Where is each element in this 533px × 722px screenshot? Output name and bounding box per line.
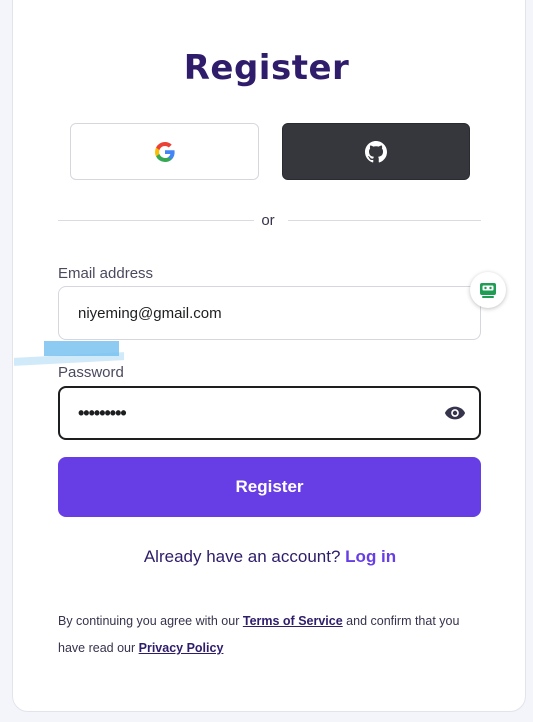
- password-field[interactable]: •••••••••: [58, 386, 481, 440]
- email-label: Email address: [58, 265, 154, 282]
- github-login-button[interactable]: [282, 123, 470, 180]
- divider-line-left: [58, 220, 254, 221]
- divider-or: or: [261, 212, 275, 229]
- google-login-button[interactable]: [70, 123, 259, 180]
- login-prompt-text: Already have an account?: [143, 547, 341, 566]
- privacy-policy-link[interactable]: Privacy Policy: [139, 641, 224, 655]
- email-field[interactable]: niyeming@gmail.com: [58, 286, 481, 340]
- terms-of-service-link[interactable]: Terms of Service: [243, 614, 343, 628]
- email-value: niyeming@gmail.com: [78, 304, 222, 322]
- divider-line-right: [288, 220, 481, 221]
- password-label: Password: [58, 364, 124, 381]
- extension-badge[interactable]: [470, 272, 506, 308]
- login-link[interactable]: Log in: [345, 547, 396, 566]
- page-title: Register: [183, 48, 350, 88]
- terms-notice: By continuing you agree with our Terms o…: [58, 608, 488, 662]
- robot-icon: [480, 283, 496, 298]
- password-value: •••••••••: [78, 402, 127, 423]
- register-button[interactable]: Register: [58, 457, 481, 517]
- github-icon: [365, 140, 387, 162]
- google-g-icon: [154, 141, 175, 162]
- eye-icon[interactable]: [443, 402, 467, 424]
- login-prompt: Already have an account? Log in: [0, 547, 533, 567]
- terms-prefix: By continuing you agree with our: [58, 614, 240, 628]
